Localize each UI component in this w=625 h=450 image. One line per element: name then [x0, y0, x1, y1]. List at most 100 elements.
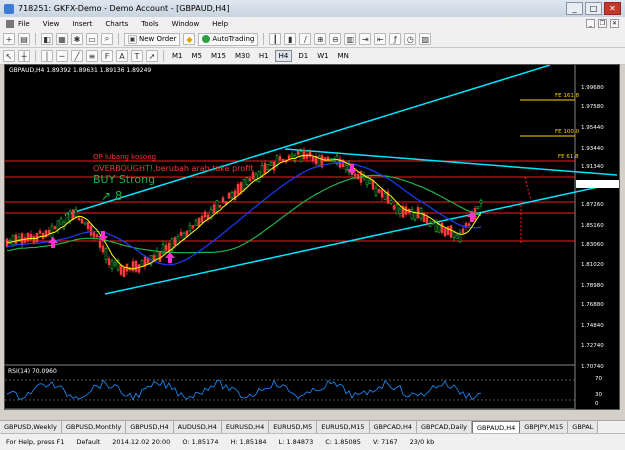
child-close-button[interactable]: ✕ [610, 19, 619, 28]
candle-body [59, 218, 63, 225]
timeframe-h1[interactable]: H1 [256, 50, 272, 62]
crosshair-icon[interactable]: ┼ [18, 50, 30, 62]
candle-body [119, 265, 123, 275]
price-chart-canvas[interactable]: 1.996801.975801.954401.934401.913401.892… [5, 65, 621, 411]
chart-tab[interactable]: EURUSD,H4 [221, 421, 270, 433]
child-restore-button[interactable]: ❐ [598, 19, 607, 28]
chart-tab[interactable]: GBPCAD,Daily [417, 421, 472, 433]
candle-body [95, 234, 99, 238]
periods-icon[interactable]: ◷ [404, 33, 417, 45]
line-chart-icon[interactable]: ∕ [299, 33, 312, 45]
menu-insert[interactable]: Insert [72, 20, 92, 28]
terminal-icon[interactable]: ▭ [86, 33, 98, 45]
chart-window-icon[interactable] [6, 20, 14, 28]
close-button[interactable]: ✕ [604, 2, 621, 15]
minimize-button[interactable]: _ [566, 2, 583, 15]
candle-body [206, 214, 210, 219]
auto-scroll-icon[interactable]: ⇥ [359, 33, 372, 45]
timeframe-mn[interactable]: MN [335, 50, 352, 62]
candle-body [236, 183, 240, 195]
candle-body [431, 221, 435, 224]
tester-icon[interactable]: ⌕ [101, 33, 113, 45]
candle-body [413, 212, 417, 220]
chart-tab[interactable]: GBPAUD,H4 [471, 421, 521, 433]
zoom-out-icon[interactable]: ⊖ [329, 33, 342, 45]
candle-body [158, 251, 162, 262]
trendline-icon[interactable]: ╱ [71, 50, 83, 62]
templates-icon[interactable]: ▧ [419, 33, 432, 45]
timeframe-m1[interactable]: M1 [169, 50, 186, 62]
cursor-icon[interactable]: ↖ [3, 50, 15, 62]
data-window-icon[interactable]: ▦ [56, 33, 68, 45]
price-chart[interactable]: 1.996801.975801.954401.934401.913401.892… [4, 64, 620, 410]
chart-shift-icon[interactable]: ⇤ [374, 33, 387, 45]
candle-body [395, 204, 399, 215]
chart-tab[interactable]: GBPAL [568, 421, 599, 433]
vertical-line-icon[interactable]: │ [41, 50, 53, 62]
arrows-icon[interactable]: ➚ [146, 50, 158, 62]
profiles-icon[interactable]: ▤ [18, 33, 30, 45]
price-tick-label: 1.83060 [581, 242, 604, 248]
chart-tab[interactable]: GBPUSD,Weekly [0, 421, 62, 433]
new-order-button[interactable]: ▣ New Order [124, 32, 181, 46]
bar-chart-icon[interactable]: ┃ [269, 33, 282, 45]
maximize-button[interactable]: □ [585, 2, 602, 15]
chart-tab[interactable]: AUDUSD,H4 [173, 421, 222, 433]
new-chart-icon[interactable]: + [3, 33, 15, 45]
ma-mid-line [6, 162, 482, 266]
price-tick-label: 1.99680 [581, 85, 604, 91]
menu-tools[interactable]: Tools [141, 20, 158, 28]
upper-trendline[interactable] [64, 65, 551, 216]
candle-body [311, 156, 315, 162]
indicators-icon[interactable]: ƒ [389, 33, 402, 45]
fibonacci-icon[interactable]: F [101, 50, 113, 62]
tile-windows-icon[interactable]: ▥ [344, 33, 357, 45]
timeframe-m15[interactable]: M15 [208, 50, 229, 62]
title-bar: 718251: GKFX-Demo - Demo Account - [GBPA… [0, 0, 625, 17]
price-tick-label: 1.85160 [581, 223, 604, 229]
timeframe-m5[interactable]: M5 [189, 50, 206, 62]
text-icon[interactable]: A [116, 50, 128, 62]
candle-body [410, 209, 414, 220]
menu-charts[interactable]: Charts [105, 20, 128, 28]
lower-trendline[interactable] [104, 182, 618, 295]
rsi-label: RSI(14) 70.0960 [8, 368, 57, 375]
metaeditor-icon[interactable]: ◆ [183, 33, 196, 45]
top-trendline[interactable] [284, 148, 618, 176]
autotrading-button[interactable]: AutoTrading [198, 32, 259, 46]
timeframe-w1[interactable]: W1 [314, 50, 331, 62]
chart-tab[interactable]: GBPJPY,M15 [520, 421, 569, 433]
horizontal-line-icon[interactable]: ─ [56, 50, 68, 62]
chart-tabs: GBPUSD,Weekly GBPUSD,Monthly GBPUSD,H4 AUDU… [0, 420, 625, 433]
market-watch-icon[interactable]: ◧ [41, 33, 53, 45]
chart-tab[interactable]: EURUSD,M5 [269, 421, 318, 433]
candle-body [227, 192, 231, 199]
candle-body [11, 234, 15, 246]
timeframe-d1[interactable]: D1 [295, 50, 311, 62]
child-minimize-button[interactable]: _ [586, 19, 595, 28]
menu-file[interactable]: File [18, 20, 30, 28]
navigator-icon[interactable]: ✱ [71, 33, 83, 45]
price-tick-label: 1.74840 [581, 323, 604, 329]
zoom-in-icon[interactable]: ⊕ [314, 33, 327, 45]
label-icon[interactable]: T [131, 50, 143, 62]
timeframe-h4[interactable]: H4 [274, 50, 293, 62]
chart-tab[interactable]: GBPUSD,Monthly [61, 421, 127, 433]
rsi-level-70-label: 70 [595, 376, 602, 382]
rsi-level-0-label: 0 [595, 401, 599, 407]
candle-body [218, 204, 222, 208]
candle-body [251, 172, 255, 180]
menu-window[interactable]: Window [172, 20, 200, 28]
chart-tab[interactable]: EURUSD,M15 [317, 421, 370, 433]
channel-icon[interactable]: ≡ [86, 50, 98, 62]
candle-body [173, 237, 177, 246]
timeframe-m30[interactable]: M30 [232, 50, 253, 62]
chart-tab[interactable]: GBPCAD,H4 [369, 421, 418, 433]
menu-help[interactable]: Help [212, 20, 228, 28]
candle-chart-icon[interactable]: ▮ [284, 33, 297, 45]
rsi-level-30-label: 30 [595, 392, 602, 398]
price-tick-label: 1.93440 [581, 146, 604, 152]
fib-label-618: FE 61.8 [558, 154, 579, 160]
menu-view[interactable]: View [43, 20, 60, 28]
chart-tab[interactable]: GBPUSD,H4 [126, 421, 174, 433]
